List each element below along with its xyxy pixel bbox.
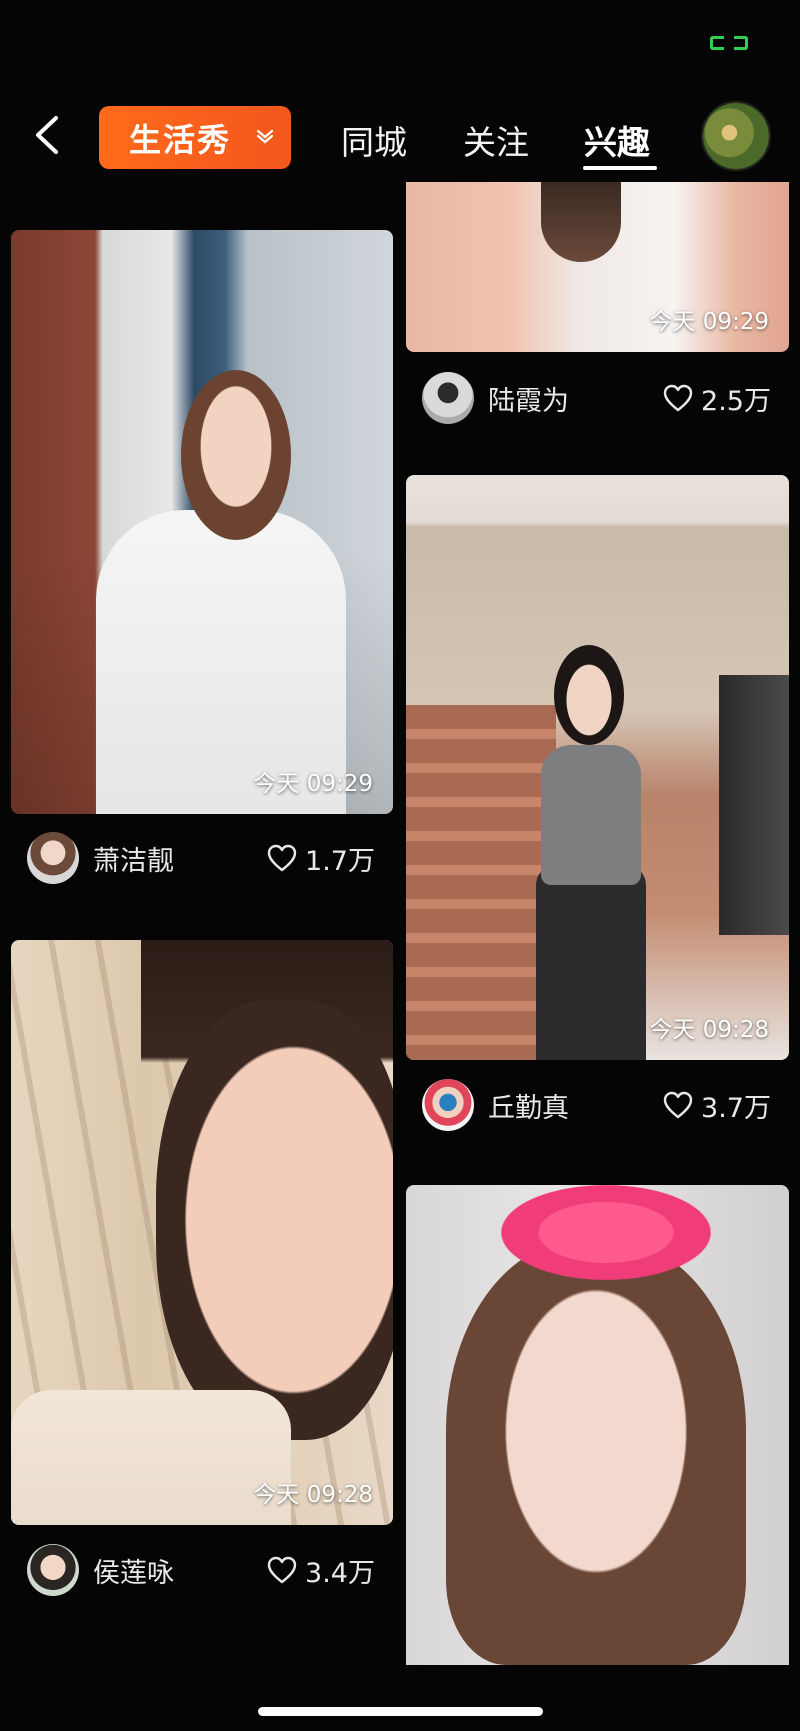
author-name[interactable]: 陆霞为 xyxy=(488,379,569,418)
author-avatar[interactable] xyxy=(27,832,79,884)
video-card[interactable] xyxy=(406,1185,789,1665)
post-time: 今天 09:28 xyxy=(649,1017,769,1043)
heart-icon xyxy=(663,1091,693,1119)
video-thumbnail[interactable]: 今天 09:28 xyxy=(406,475,789,1060)
video-card[interactable]: 今天 09:29 萧洁靓 1.7万 xyxy=(11,230,393,890)
post-time: 今天 09:28 xyxy=(253,1482,373,1508)
author-avatar[interactable] xyxy=(27,1544,79,1596)
like-count-value: 2.5万 xyxy=(701,385,771,417)
active-tab-indicator xyxy=(583,166,657,170)
tab-tongcheng[interactable]: 同城 xyxy=(341,116,407,164)
author-name[interactable]: 侯莲咏 xyxy=(93,1551,174,1590)
status-indicator-icon xyxy=(710,34,748,52)
card-meta: 陆霞为 2.5万 xyxy=(406,368,789,428)
user-avatar[interactable] xyxy=(703,103,769,169)
like-count-value: 1.7万 xyxy=(305,845,375,877)
video-card[interactable]: 今天 09:29 陆霞为 2.5万 xyxy=(406,182,789,440)
top-nav: 生活秀 同城 关注 兴趣 xyxy=(0,98,800,178)
heart-icon xyxy=(267,1556,297,1584)
post-time: 今天 09:29 xyxy=(649,309,769,335)
heart-icon xyxy=(267,844,297,872)
like-count[interactable]: 2.5万 xyxy=(663,379,771,418)
tab-xingqu[interactable]: 兴趣 xyxy=(584,116,650,164)
chevron-left-icon xyxy=(36,116,58,154)
video-thumbnail[interactable]: 今天 09:29 xyxy=(406,182,789,352)
category-label: 生活秀 xyxy=(129,120,232,159)
card-meta: 萧洁靓 1.7万 xyxy=(11,828,393,888)
author-name[interactable]: 萧洁靓 xyxy=(93,839,174,878)
post-time: 今天 09:29 xyxy=(253,771,373,797)
video-thumbnail[interactable] xyxy=(406,1185,789,1665)
like-count[interactable]: 3.4万 xyxy=(267,1551,375,1590)
like-count-value: 3.4万 xyxy=(305,1557,375,1589)
like-count[interactable]: 3.7万 xyxy=(663,1086,771,1125)
category-dropdown[interactable]: 生活秀 xyxy=(99,106,291,169)
video-thumbnail[interactable]: 今天 09:28 xyxy=(11,940,393,1525)
author-avatar[interactable] xyxy=(422,372,474,424)
like-count[interactable]: 1.7万 xyxy=(267,839,375,878)
author-avatar[interactable] xyxy=(422,1079,474,1131)
author-name[interactable]: 丘勤真 xyxy=(488,1086,569,1125)
video-card[interactable]: 今天 09:28 侯莲咏 3.4万 xyxy=(11,940,393,1600)
back-button[interactable] xyxy=(28,112,68,158)
tab-guanzhu[interactable]: 关注 xyxy=(463,116,529,164)
like-count-value: 3.7万 xyxy=(701,1092,771,1124)
video-card[interactable]: 今天 09:28 丘勤真 3.7万 xyxy=(406,475,789,1135)
heart-icon xyxy=(663,384,693,412)
home-indicator[interactable] xyxy=(258,1707,543,1716)
video-thumbnail[interactable]: 今天 09:29 xyxy=(11,230,393,814)
chevron-down-icon xyxy=(256,129,274,144)
card-meta: 侯莲咏 3.4万 xyxy=(11,1540,393,1600)
card-meta: 丘勤真 3.7万 xyxy=(406,1075,789,1135)
